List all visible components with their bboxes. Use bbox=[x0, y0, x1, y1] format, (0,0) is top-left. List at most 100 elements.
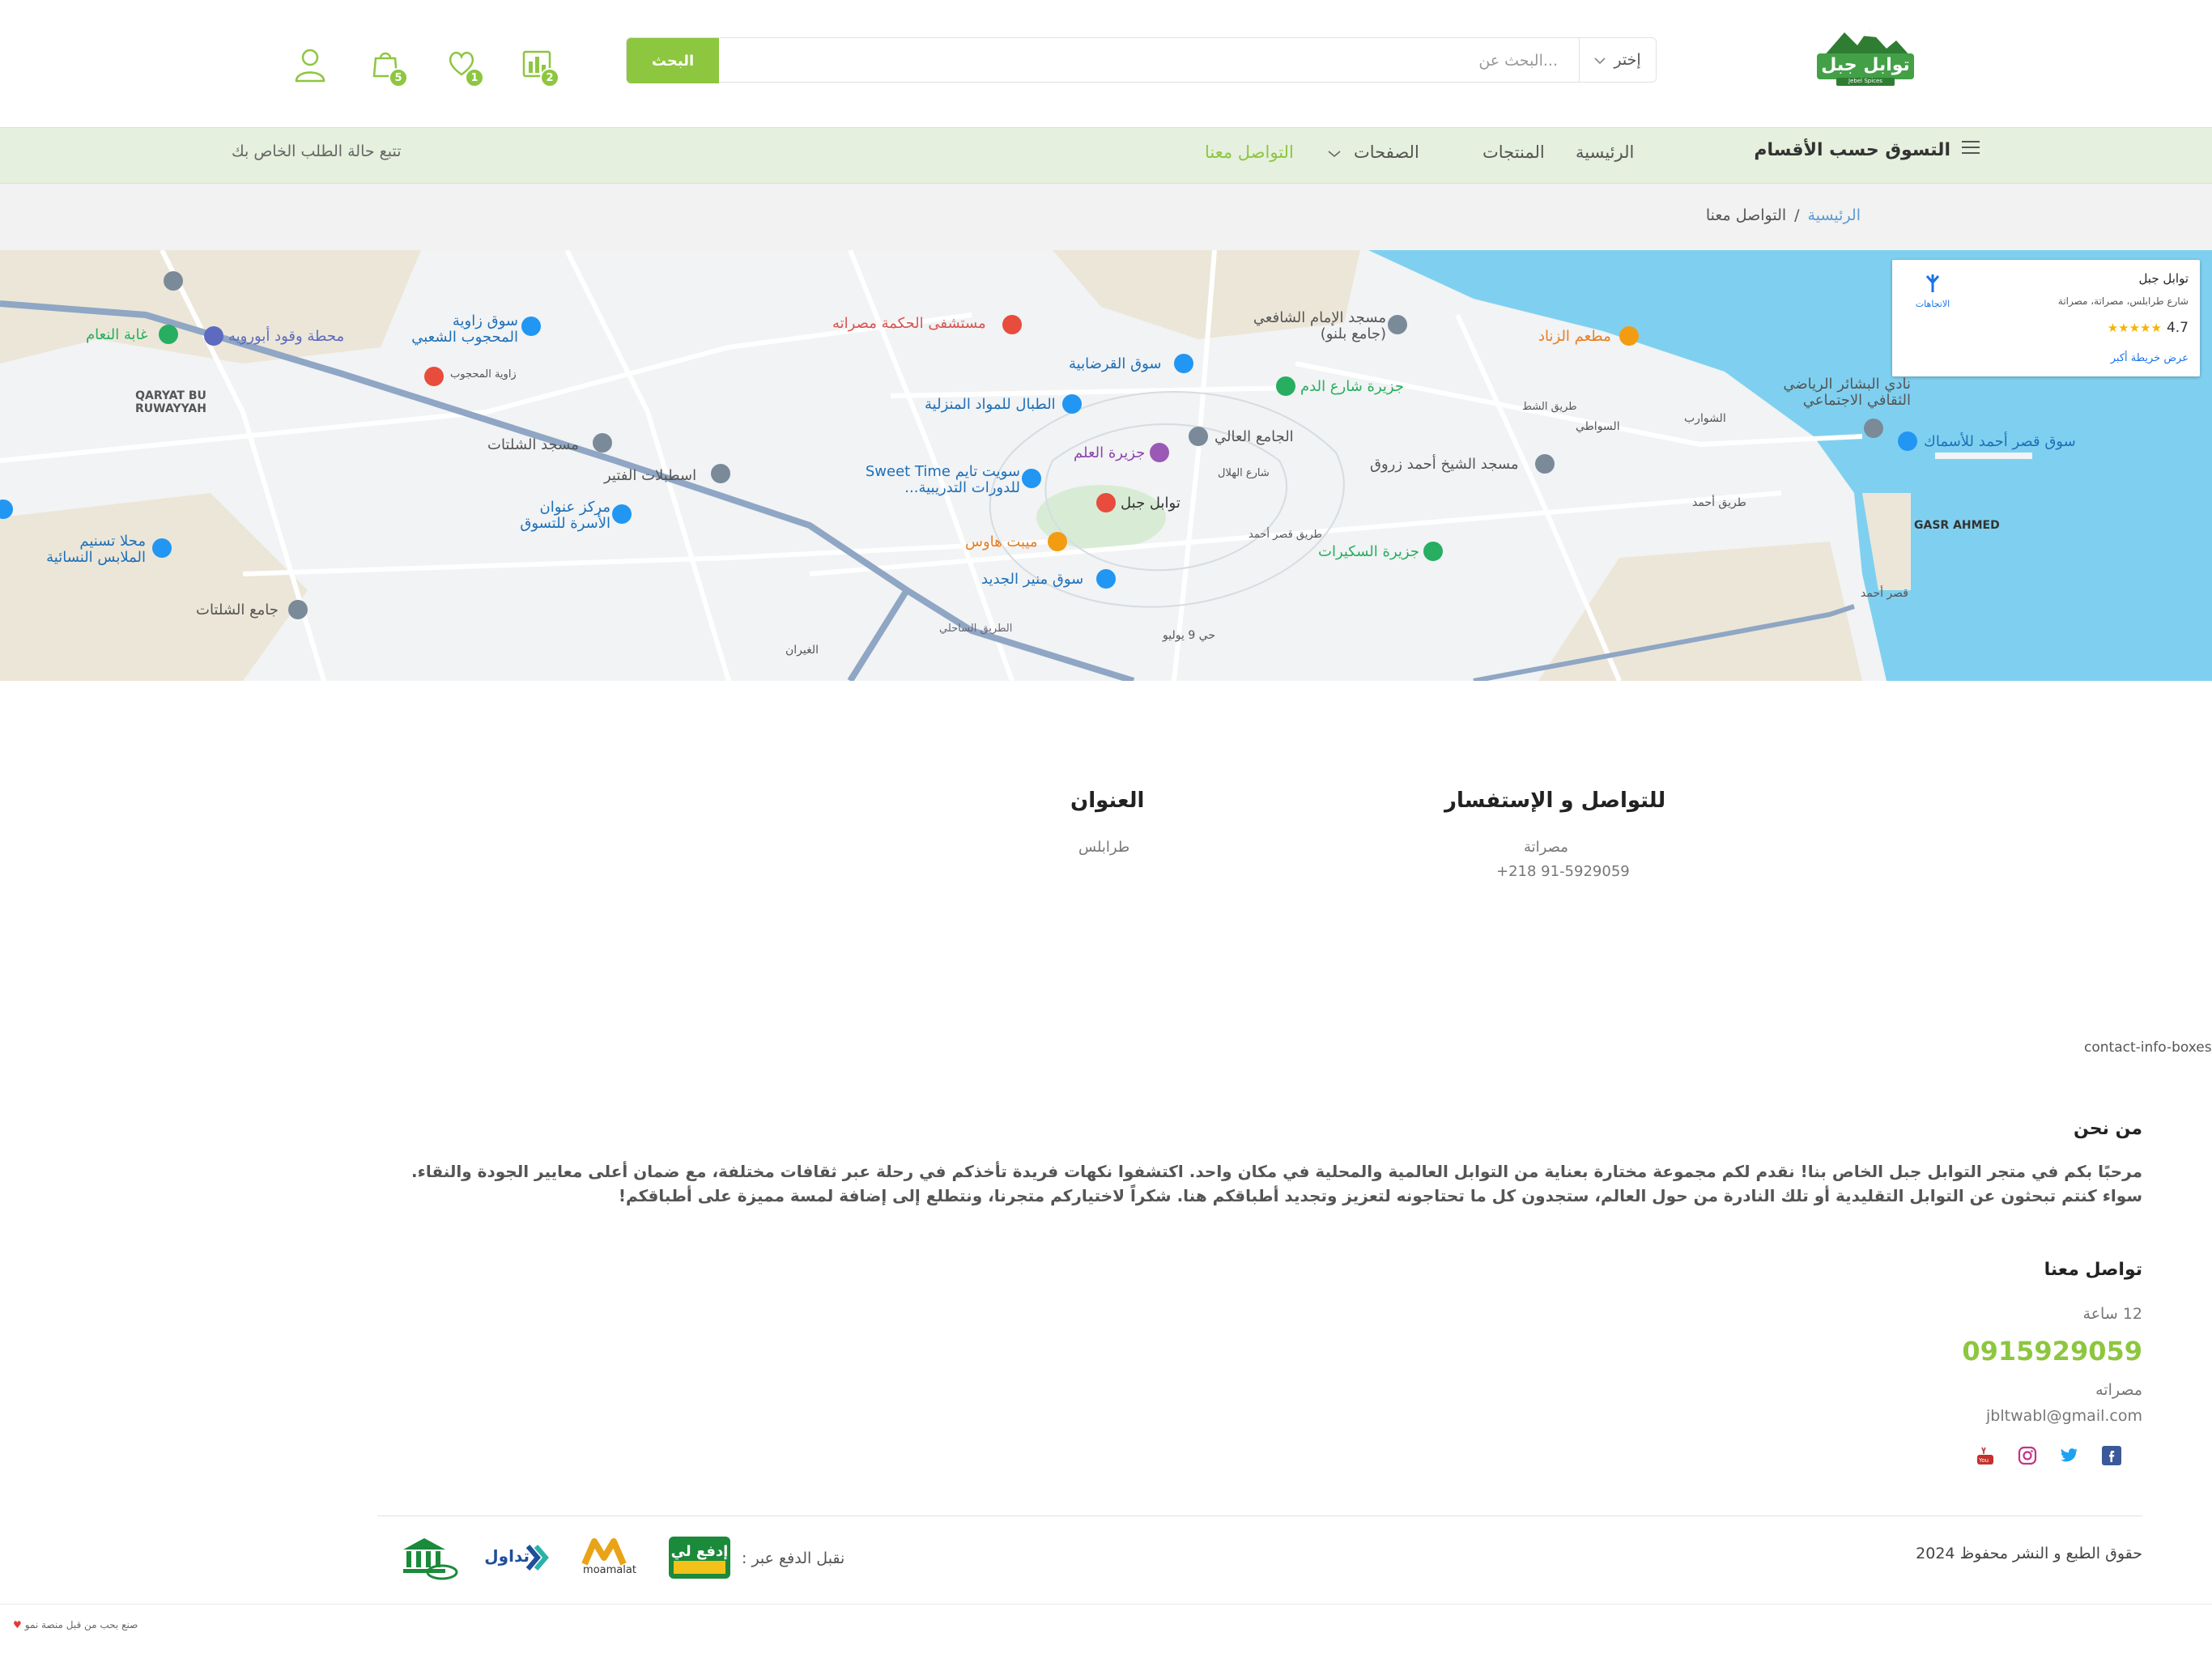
cart-button[interactable]: 5 bbox=[369, 47, 411, 89]
user-icon bbox=[295, 49, 325, 83]
wishlist-button[interactable]: 1 bbox=[445, 47, 487, 89]
map-label: مسجد الشلتات bbox=[487, 436, 579, 453]
made-by-text: صنع بحب من قبل منصة نمو bbox=[24, 1619, 138, 1630]
about-title: من نحن bbox=[2074, 1119, 2142, 1139]
track-order-link[interactable]: تتبع حالة الطلب الخاص بك bbox=[232, 142, 402, 160]
map-label: جزيرة العلم bbox=[1074, 444, 1146, 461]
map-label: محطة وقود أبورويه bbox=[228, 328, 345, 345]
inquiry-phone: +218 91-5929059 bbox=[1496, 863, 1630, 880]
rating-value: 4.7 bbox=[2166, 320, 2189, 336]
site-header: توابل جبل Jebel Spices البحث إختر 2 1 bbox=[0, 0, 2212, 127]
footer-city: مصراته bbox=[2095, 1381, 2142, 1399]
map-canvas bbox=[0, 250, 2212, 681]
map-label: ميبت هاوس bbox=[965, 534, 1038, 551]
heart-icon: ♥ bbox=[13, 1619, 22, 1630]
breadcrumb-current: التواصل معنا bbox=[1705, 206, 1787, 224]
search-button[interactable]: البحث bbox=[627, 38, 719, 83]
nav-item-home[interactable]: الرئيسية bbox=[1576, 142, 1634, 162]
moamalat-logo: moamalat bbox=[576, 1537, 643, 1579]
map-place-rating: ★★★★★ 4.7 bbox=[2108, 320, 2189, 336]
chevron-down-icon bbox=[1594, 51, 1606, 69]
map-label: طريق الشط bbox=[1522, 401, 1577, 413]
made-by-credit[interactable]: صنع بحب من قبل منصة نمو ♥ bbox=[13, 1619, 138, 1630]
map-label: مستشفى الحكمة مصراته bbox=[832, 315, 986, 332]
embedded-map[interactable]: مستشفى الحكمة مصراته مسجد الإمام الشافعي… bbox=[0, 250, 2212, 681]
map-label: الشوارب bbox=[1684, 412, 1726, 425]
edfali-logo: إدفع لي bbox=[669, 1537, 730, 1579]
map-label: محلا تسنيم الملابس النسائية bbox=[46, 533, 146, 566]
wishlist-count-badge: 1 bbox=[465, 68, 484, 87]
map-place-card: توابل جبل شارع طرابلس، مصراتة، مصراتة ★★… bbox=[1892, 260, 2200, 376]
bottom-divider bbox=[0, 1604, 2212, 1605]
footer-email[interactable]: jbltwabl@gmail.com bbox=[1986, 1407, 2142, 1425]
map-label: سوق زاوية المحجوب الشعبي bbox=[411, 312, 518, 346]
directions-icon bbox=[1925, 274, 1940, 292]
map-label: قصر أحمد bbox=[1861, 587, 1908, 600]
nav-item-pages[interactable]: الصفحات bbox=[1328, 142, 1419, 162]
svg-text:You: You bbox=[1978, 1457, 1989, 1464]
search-bar: البحث إختر bbox=[626, 37, 1657, 83]
contact-us-title: تواصل معنا bbox=[2044, 1260, 2142, 1280]
map-label: الطريق الساحلي bbox=[939, 623, 1013, 635]
map-label: مسجد الشيخ أحمد زروق bbox=[1370, 456, 1519, 473]
map-label: جزيرة شارع الدم bbox=[1300, 378, 1404, 395]
compare-count-badge: 2 bbox=[540, 68, 559, 87]
breadcrumb-home[interactable]: الرئيسية bbox=[1808, 206, 1861, 224]
edfali-logo-text: إدفع لي bbox=[670, 1543, 729, 1560]
youtube-icon[interactable]: You bbox=[1976, 1446, 1997, 1467]
map-label: QARYAT BU RUWAYYAH bbox=[135, 389, 206, 415]
map-label: غابة النعام bbox=[86, 326, 148, 343]
account-button[interactable] bbox=[293, 47, 335, 89]
directions-button[interactable]: الاتجاهات bbox=[1908, 271, 1957, 309]
map-label: توابل جبل bbox=[1121, 495, 1180, 512]
map-label: شارع الهلال bbox=[1218, 467, 1270, 479]
instagram-icon[interactable] bbox=[2018, 1446, 2039, 1467]
map-place-name: توابل جبل bbox=[2138, 271, 2189, 286]
directions-label: الاتجاهات bbox=[1915, 299, 1950, 309]
map-label: طريق أحمد bbox=[1692, 496, 1746, 509]
map-label: نادي البشائر الرياضي الثقافي الاجتماعي bbox=[1783, 376, 1911, 409]
map-label: السواطي bbox=[1576, 420, 1620, 433]
tadawul-logo-text: تداول bbox=[484, 1546, 530, 1566]
nav-item-products[interactable]: المنتجات bbox=[1482, 142, 1545, 162]
tadawul-logo: تداول bbox=[484, 1537, 552, 1579]
breadcrumb-separator: / bbox=[1794, 206, 1800, 224]
hamburger-menu-icon bbox=[1962, 139, 1981, 160]
nav-item-pages-label: الصفحات bbox=[1354, 142, 1419, 162]
site-logo[interactable]: توابل جبل Jebel Spices bbox=[1812, 24, 1919, 87]
map-place-address: شارع طرابلس، مصراتة، مصراتة bbox=[2057, 295, 2189, 307]
shortcode-text: contact-info-boxes/] bbox=[2084, 1039, 2212, 1056]
compare-button[interactable]: 2 bbox=[521, 47, 563, 89]
map-label: سويت تايم Sweet Time للدورات التدريبية..… bbox=[865, 463, 1020, 496]
shop-by-category-button[interactable]: التسوق حسب الأقسام bbox=[1754, 139, 1981, 160]
inquiry-city: مصراتة bbox=[1524, 839, 1568, 856]
view-larger-map-link[interactable]: عرض خريطة أكبر bbox=[2111, 352, 2189, 364]
map-label: الغيران bbox=[785, 644, 819, 657]
nav-item-contact[interactable]: التواصل معنا bbox=[1205, 142, 1294, 162]
shop-by-category-label: التسوق حسب الأقسام bbox=[1754, 139, 1950, 160]
map-label: سوق منير الجديد bbox=[981, 571, 1084, 588]
main-navigation: التسوق حسب الأقسام الرئيسية المنتجات الص… bbox=[0, 127, 2212, 184]
map-label: مسجد الإمام الشافعي (جامع بلنو) bbox=[1253, 309, 1386, 342]
chevron-down-icon bbox=[1328, 142, 1341, 162]
map-label: مطعم الزناد bbox=[1538, 328, 1611, 345]
inquiry-title: للتواصل و الإستفسار bbox=[1444, 789, 1666, 813]
map-label: GASR AHMED bbox=[1914, 519, 2000, 532]
search-input[interactable] bbox=[721, 40, 1579, 82]
address-title: العنوان bbox=[1070, 789, 1145, 813]
logo-subtext: Jebel Spices bbox=[1848, 78, 1882, 84]
map-label: طريق قصر أحمد bbox=[1249, 529, 1322, 541]
address-value: طرابلس bbox=[1078, 839, 1130, 856]
map-label: الطبال للمواد المنزلية bbox=[925, 396, 1056, 413]
facebook-icon[interactable] bbox=[2102, 1446, 2123, 1467]
breadcrumb: الرئيسية / التواصل معنا bbox=[0, 184, 2212, 250]
map-label: زاوية المحجوب bbox=[450, 368, 517, 380]
footer-phone[interactable]: 0915929059 bbox=[1962, 1336, 2142, 1367]
map-label: اسطبلات الفتير bbox=[604, 467, 697, 484]
cart-count-badge: 5 bbox=[389, 68, 408, 87]
category-select[interactable]: إختر bbox=[1579, 38, 1656, 82]
rating-stars: ★★★★★ bbox=[2107, 321, 2162, 335]
twitter-icon[interactable] bbox=[2060, 1446, 2081, 1467]
map-label: جزيرة السكيرات bbox=[1318, 543, 1419, 560]
copyright-text: حقوق الطبع و النشر محفوظ 2024 bbox=[1916, 1545, 2142, 1562]
